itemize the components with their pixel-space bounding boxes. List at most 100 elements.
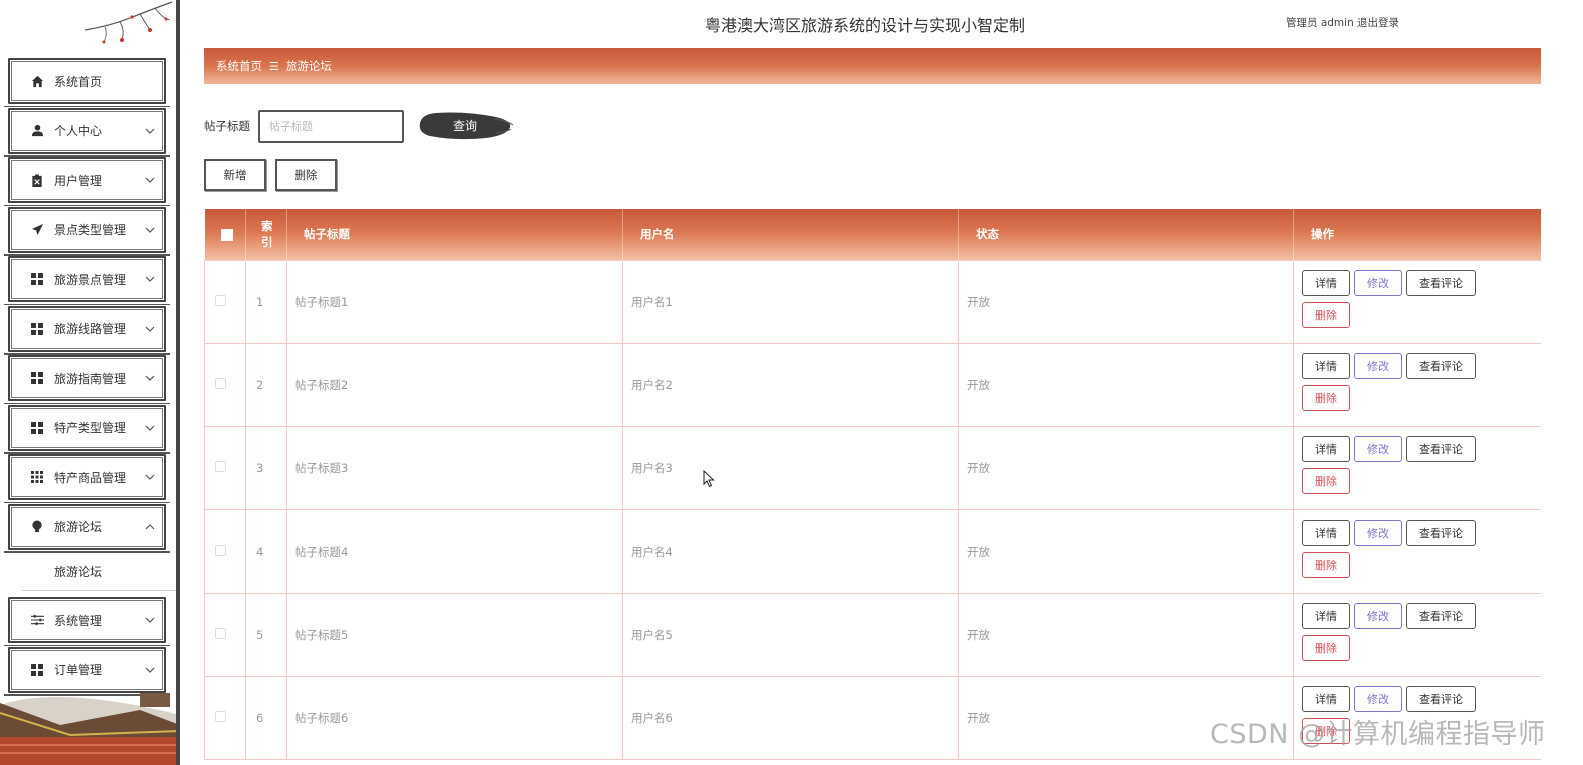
row-checkbox[interactable] — [215, 461, 226, 473]
logout-link[interactable]: 退出登录 — [1357, 15, 1399, 30]
site-title: 粤港澳大湾区旅游系统的设计与实现小智定制 — [705, 16, 1026, 35]
detail-button[interactable]: 详情 — [1302, 519, 1350, 546]
sidebar-item-routes[interactable]: 旅游线路管理 — [4, 305, 170, 355]
query-button[interactable]: 查询 — [416, 109, 514, 143]
row-index: 4 — [245, 509, 287, 594]
table-row: 4 帖子标题4 用户名4 开放 详情 修改 查看评论 删除 — [204, 509, 1541, 594]
sidebar-item-personal-center[interactable]: 个人中心 — [4, 107, 170, 157]
sidebar-item-forum[interactable]: 旅游论坛 — [4, 503, 170, 553]
breadcrumb-home[interactable]: 系统首页 — [216, 58, 262, 74]
table-row: 2 帖子标题2 用户名2 开放 详情 修改 查看评论 删除 — [204, 342, 1541, 428]
home-icon — [30, 74, 44, 88]
table-header-row: 索 引 帖子标题 用户名 状态 操作 — [204, 209, 1541, 260]
chevron-down-icon — [145, 667, 155, 673]
sidebar-item-specialty-goods[interactable]: 特产商品管理 — [4, 454, 170, 503]
column-header-index: 索 引 — [245, 209, 287, 260]
row-status: 开放 — [958, 592, 1294, 677]
add-button[interactable]: 新增 — [204, 159, 266, 191]
column-header-actions: 操作 — [1293, 209, 1541, 260]
grid-icon — [30, 663, 44, 677]
edit-button[interactable]: 修改 — [1354, 519, 1402, 546]
select-all-header — [204, 209, 246, 260]
row-index: 2 — [245, 342, 287, 428]
row-delete-button[interactable]: 删除 — [1302, 634, 1350, 661]
sidebar-item-system[interactable]: 系统管理 — [4, 597, 170, 646]
detail-button[interactable]: 详情 — [1302, 686, 1350, 713]
sidebar-item-label: 旅游线路管理 — [54, 322, 127, 336]
sidebar-item-label: 个人中心 — [54, 124, 103, 138]
row-checkbox[interactable] — [215, 377, 226, 389]
select-all-checkbox[interactable] — [220, 228, 233, 241]
grid-icon — [30, 371, 44, 385]
row-status: 开放 — [958, 342, 1294, 428]
edit-button[interactable]: 修改 — [1354, 602, 1402, 629]
row-delete-button[interactable]: 删除 — [1302, 468, 1350, 495]
row-checkbox[interactable] — [215, 627, 226, 639]
detail-button[interactable]: 详情 — [1302, 269, 1350, 296]
row-delete-button[interactable]: 删除 — [1302, 551, 1350, 578]
row-user: 用户名2 — [622, 342, 959, 428]
sidebar-item-label: 订单管理 — [54, 663, 103, 677]
app-root: 系统首页 个人中心 用户管理 景点类型管理 旅游景点管理 旅游线路管理 旅游指南… — [0, 0, 1583, 765]
row-title: 帖子标题2 — [286, 342, 623, 428]
row-checkbox[interactable] — [215, 294, 226, 306]
row-checkbox[interactable] — [215, 711, 226, 723]
table-row: 1 帖子标题1 用户名1 开放 详情 修改 查看评论 删除 — [204, 259, 1541, 344]
row-select-cell — [204, 675, 246, 761]
table-row: 3 帖子标题3 用户名3 开放 详情 修改 查看评论 删除 — [204, 426, 1541, 511]
edit-button[interactable]: 修改 — [1354, 686, 1402, 713]
view-comments-button[interactable]: 查看评论 — [1406, 436, 1476, 463]
row-status: 开放 — [958, 426, 1294, 511]
row-index: 3 — [245, 426, 287, 511]
chevron-down-icon — [145, 276, 155, 282]
row-status: 开放 — [958, 259, 1294, 344]
sidebar-item-label: 旅游指南管理 — [54, 371, 127, 386]
row-select-cell — [204, 259, 246, 344]
chevron-down-icon — [145, 474, 155, 480]
chevron-down-icon — [145, 177, 155, 183]
detail-button[interactable]: 详情 — [1302, 352, 1350, 379]
table-row: 5 帖子标题5 用户名5 开放 详情 修改 查看评论 删除 — [204, 592, 1541, 677]
row-select-cell — [204, 509, 246, 594]
row-actions: 详情 修改 查看评论 删除 — [1293, 509, 1541, 594]
row-title: 帖子标题1 — [286, 259, 623, 344]
sidebar-item-home[interactable]: 系统首页 — [4, 58, 170, 107]
detail-button[interactable]: 详情 — [1302, 436, 1350, 463]
sliders-icon — [30, 613, 44, 627]
search-label: 帖子标题 — [204, 119, 250, 133]
chevron-up-icon — [145, 523, 155, 529]
column-header-status: 状态 — [958, 209, 1294, 260]
sidebar-item-guides[interactable]: 旅游指南管理 — [4, 355, 170, 404]
sidebar-menu: 系统首页 个人中心 用户管理 景点类型管理 旅游景点管理 旅游线路管理 旅游指南… — [0, 58, 176, 696]
row-title: 帖子标题4 — [286, 509, 623, 594]
edit-button[interactable]: 修改 — [1354, 436, 1402, 463]
plum-branch-decoration — [84, 1, 173, 44]
detail-button[interactable]: 详情 — [1302, 602, 1350, 629]
row-user: 用户名5 — [622, 592, 959, 677]
view-comments-button[interactable]: 查看评论 — [1406, 352, 1476, 379]
view-comments-button[interactable]: 查看评论 — [1406, 602, 1476, 629]
view-comments-button[interactable]: 查看评论 — [1406, 686, 1476, 713]
row-checkbox[interactable] — [215, 544, 226, 556]
sidebar-item-scenic-types[interactable]: 景点类型管理 — [4, 206, 170, 256]
view-comments-button[interactable]: 查看评论 — [1406, 519, 1476, 546]
sidebar-item-users[interactable]: 用户管理 — [4, 157, 170, 206]
breadcrumb-current: 旅游论坛 — [285, 59, 332, 73]
batch-delete-button[interactable]: 删除 — [275, 159, 337, 191]
bulb-icon — [30, 520, 44, 534]
chevron-down-icon — [145, 227, 155, 233]
sidebar-item-specialty-types[interactable]: 特产类型管理 — [4, 404, 170, 454]
view-comments-button[interactable]: 查看评论 — [1406, 269, 1476, 296]
row-delete-button[interactable]: 删除 — [1302, 301, 1350, 328]
row-index: 1 — [245, 259, 287, 344]
chevron-down-icon — [145, 375, 155, 381]
row-actions: 详情 修改 查看评论 删除 — [1293, 426, 1541, 511]
user-icon — [30, 124, 44, 138]
search-input[interactable] — [258, 109, 404, 143]
row-delete-button[interactable]: 删除 — [1302, 384, 1350, 411]
row-select-cell — [204, 342, 246, 428]
edit-button[interactable]: 修改 — [1354, 269, 1402, 296]
sidebar-item-scenic-spots[interactable]: 旅游景点管理 — [4, 256, 170, 305]
submenu-item-forum[interactable]: 旅游论坛 — [22, 553, 176, 591]
edit-button[interactable]: 修改 — [1354, 352, 1402, 379]
